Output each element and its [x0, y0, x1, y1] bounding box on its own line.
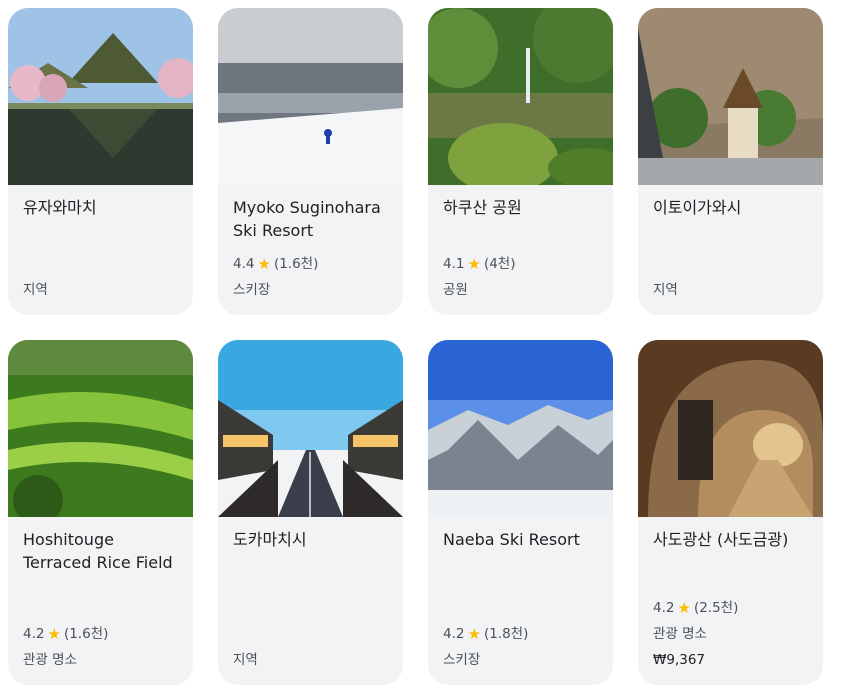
place-title: 도카마치시 [233, 530, 307, 549]
place-title: Hoshitouge Terraced Rice Field [23, 530, 173, 572]
place-title: 유자와마치 [23, 198, 97, 217]
place-card[interactable]: 이토이가와시 지역 [638, 8, 823, 315]
place-card[interactable]: 사도광산 (사도금광) 4.2 ★ (2.5천) 관광 명소 ₩9,367 [638, 340, 823, 685]
rating-row: 4.1 ★ (4천) [443, 255, 605, 273]
place-photo [638, 340, 823, 517]
place-category: 지역 [233, 652, 258, 668]
place-card[interactable]: 하쿠산 공원 4.1 ★ (4천) 공원 [428, 8, 613, 315]
place-category: 지역 [23, 282, 48, 298]
place-price: ₩9,367 [653, 652, 705, 668]
place-photo [428, 340, 613, 517]
place-photo [638, 8, 823, 185]
place-card[interactable]: Myoko Suginohara Ski Resort 4.4 ★ (1.6천)… [218, 8, 403, 315]
places-grid: 유자와마치 지역 Myoko Suginohara Ski Resort 4.4 [8, 8, 823, 685]
place-category: 관광 명소 [23, 652, 77, 668]
place-card[interactable]: Naeba Ski Resort 4.2 ★ (1.8천) 스키장 [428, 340, 613, 685]
place-title: 이토이가와시 [653, 198, 742, 217]
place-card[interactable]: Hoshitouge Terraced Rice Field 4.2 ★ (1.… [8, 340, 193, 685]
rating-row: 4.2 ★ (2.5천) [653, 599, 815, 617]
place-photo [218, 340, 403, 517]
place-photo [218, 8, 403, 185]
place-category: 스키장 [443, 652, 481, 668]
rating-value: 4.1 [443, 256, 465, 272]
place-title: 사도광산 (사도금광) [653, 530, 789, 549]
place-category: 지역 [653, 282, 678, 298]
rating-value: 4.2 [443, 626, 465, 642]
place-photo [428, 8, 613, 185]
place-photo [8, 8, 193, 185]
place-title: 하쿠산 공원 [443, 198, 522, 217]
place-card[interactable]: 도카마치시 지역 [218, 340, 403, 685]
rating-value: 4.2 [653, 600, 675, 616]
rating-row: 4.2 ★ (1.8천) [443, 625, 605, 643]
place-photo [8, 340, 193, 517]
place-title: Naeba Ski Resort [443, 530, 580, 549]
star-icon: ★ [467, 254, 481, 273]
star-icon: ★ [677, 598, 691, 617]
place-card[interactable]: 유자와마치 지역 [8, 8, 193, 315]
star-icon: ★ [467, 624, 481, 643]
place-category: 스키장 [233, 282, 271, 298]
place-title: Myoko Suginohara Ski Resort [233, 198, 381, 240]
review-count: (1.6천) [273, 256, 319, 272]
star-icon: ★ [257, 254, 271, 273]
review-count: (4천) [483, 256, 516, 272]
review-count: (2.5천) [693, 600, 739, 616]
rating-row: 4.2 ★ (1.6천) [23, 625, 185, 643]
review-count: (1.6천) [63, 626, 109, 642]
place-category: 관광 명소 [653, 626, 707, 642]
place-category: 공원 [443, 282, 468, 298]
rating-row: 4.4 ★ (1.6천) [233, 255, 395, 273]
review-count: (1.8천) [483, 626, 529, 642]
rating-value: 4.2 [23, 626, 45, 642]
rating-value: 4.4 [233, 256, 255, 272]
star-icon: ★ [47, 624, 61, 643]
